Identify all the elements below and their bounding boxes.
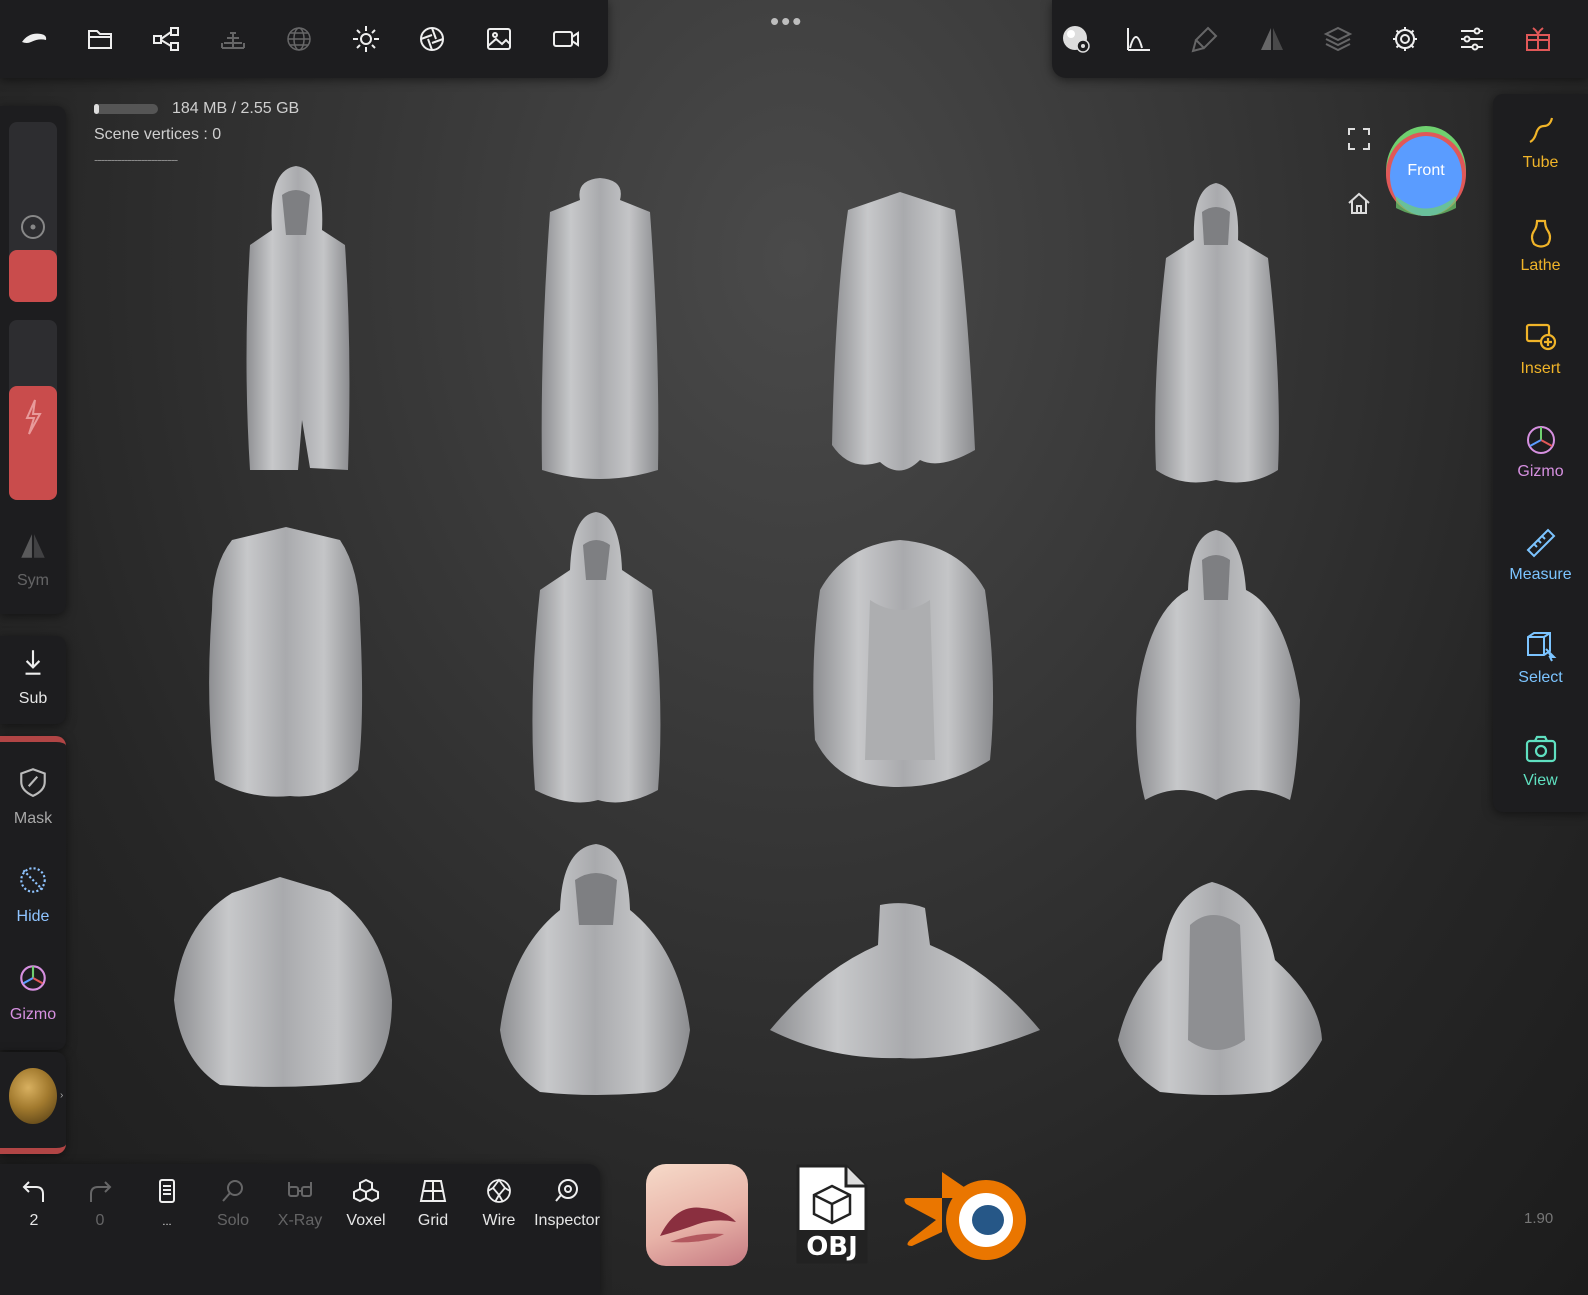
gizmo-button-right[interactable]: Gizmo (1493, 423, 1588, 481)
select-label: Select (1518, 669, 1563, 686)
cape-model[interactable] (770, 903, 1040, 1059)
undo-count: 2 (29, 1212, 39, 1229)
cape-model[interactable] (1118, 882, 1322, 1095)
lathe-button[interactable]: Lathe (1493, 217, 1588, 275)
history-button[interactable]: ... (135, 1176, 199, 1230)
inspector-label: Inspector (534, 1212, 600, 1229)
grid-icon (419, 1180, 447, 1202)
redo-button[interactable]: 0 (68, 1176, 132, 1230)
home-icon[interactable] (1346, 190, 1372, 216)
gizmo-label-right: Gizmo (1517, 463, 1564, 480)
grid-button[interactable]: Grid (401, 1176, 465, 1230)
history-more: ... (162, 1216, 172, 1228)
cape-model[interactable] (174, 877, 392, 1087)
view-label: View (1523, 772, 1558, 789)
insert-icon (1525, 323, 1556, 351)
solo-button[interactable]: Solo (201, 1176, 265, 1230)
tube-icon (1528, 117, 1553, 143)
cape-model[interactable] (532, 512, 661, 803)
insert-button[interactable]: Insert (1493, 320, 1588, 378)
cape-model[interactable] (500, 844, 690, 1095)
select-button[interactable]: Select (1493, 629, 1588, 687)
select-icon (1526, 632, 1556, 662)
tube-label: Tube (1522, 154, 1559, 171)
solo-label: Solo (216, 1212, 250, 1229)
right-tools-panel: Tube Lathe Insert Gizmo Measure Select V… (1493, 94, 1588, 812)
insert-label: Insert (1520, 360, 1561, 377)
bottom-toolbar: 2 0 ... Solo X-Ray Voxel Grid Wire Inspe… (0, 1164, 600, 1295)
measure-button[interactable]: Measure (1493, 526, 1588, 584)
xray-label: X-Ray (277, 1212, 323, 1229)
tube-button[interactable]: Tube (1493, 114, 1588, 172)
inspector-eye-icon (555, 1179, 578, 1202)
wire-button[interactable]: Wire (467, 1176, 531, 1230)
cape-model[interactable] (1155, 183, 1279, 483)
lathe-label: Lathe (1520, 257, 1561, 274)
voxel-button[interactable]: Voxel (334, 1176, 398, 1230)
grid-label: Grid (417, 1212, 449, 1229)
wireframe-icon (487, 1178, 511, 1203)
history-icon (159, 1179, 175, 1203)
measure-label: Measure (1509, 566, 1572, 583)
inspector-button[interactable]: Inspector (534, 1176, 600, 1230)
obj-file-logo: OBJ (796, 1164, 868, 1264)
redo-icon (90, 1181, 112, 1202)
undo-icon (22, 1181, 44, 1202)
xray-button[interactable]: X-Ray (268, 1176, 332, 1230)
cape-model[interactable] (813, 540, 994, 787)
obj-label: OBJ (806, 1232, 858, 1262)
voxel-cubes-icon (353, 1178, 379, 1203)
camera-icon (1525, 735, 1556, 763)
version-label: 1.90 (1524, 1210, 1554, 1227)
wire-label: Wire (482, 1212, 516, 1229)
voxel-label: Voxel (346, 1212, 386, 1229)
view-cube-label: Front (1407, 162, 1445, 179)
nomad-app-logo (646, 1164, 748, 1266)
search-icon (222, 1180, 243, 1202)
blender-logo (902, 1162, 1034, 1270)
xray-glasses-icon (288, 1182, 312, 1197)
gizmo-icon (1526, 426, 1555, 454)
view-cube[interactable]: Front (1386, 126, 1466, 216)
lathe-icon (1530, 219, 1551, 248)
cape-model[interactable] (1136, 530, 1300, 800)
cape-model[interactable] (209, 527, 363, 797)
cape-model[interactable] (246, 166, 350, 470)
ruler-icon (1526, 528, 1555, 558)
undo-button[interactable]: 2 (2, 1176, 66, 1230)
view-button[interactable]: View (1493, 732, 1588, 790)
cape-model[interactable] (541, 178, 659, 479)
fullscreen-icon[interactable] (1346, 126, 1372, 152)
redo-count: 0 (95, 1212, 105, 1229)
cape-model[interactable] (832, 192, 975, 471)
